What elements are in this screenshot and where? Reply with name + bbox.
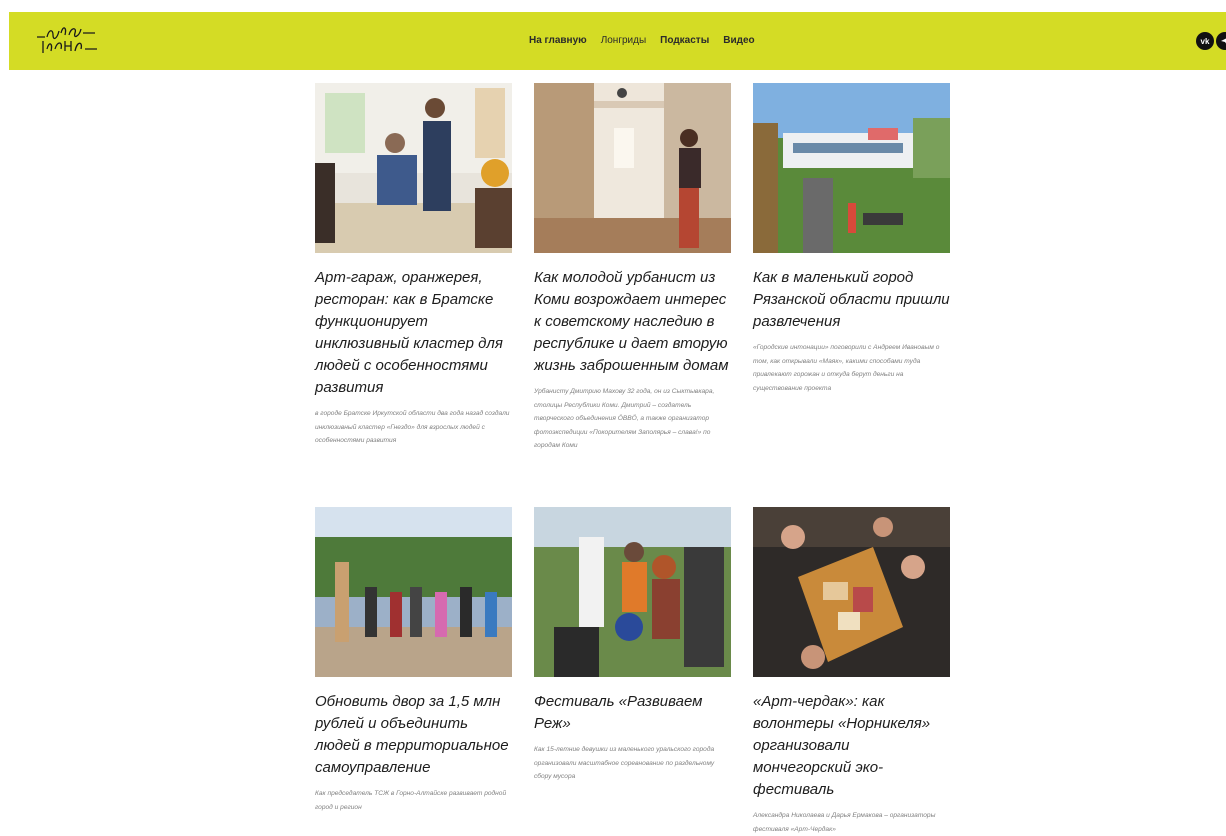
article-card[interactable]: Обновить двор за 1,5 млн рублей и объеди… (315, 507, 512, 814)
telegram-plane-icon (1221, 38, 1226, 44)
article-card[interactable]: «Арт-чердак»: как волонтеры «Норникеля» … (753, 507, 950, 836)
article-description: Александра Николаева и Дарья Ермакова – … (753, 812, 936, 833)
article-photo[interactable] (534, 83, 731, 253)
nav-home[interactable]: На главную (529, 35, 587, 46)
nav-podcasts[interactable]: Подкасты (660, 35, 709, 46)
article-description: Как председатель ТСЖ в Горно-Алтайске ра… (315, 790, 507, 811)
site-header: На главную Лонгриды Подкасты Видео vk (9, 12, 1226, 70)
vk-icon[interactable]: vk (1196, 32, 1214, 50)
nav-video[interactable]: Видео (723, 35, 754, 46)
article-card[interactable]: Как в маленький город Рязанской области … (753, 83, 950, 395)
article-photo[interactable] (534, 507, 731, 677)
article-description: «Городские интонации» поговорили с Андре… (753, 344, 940, 392)
article-title[interactable]: Фестиваль «Развиваем Реж» (534, 691, 731, 735)
article-description: Как 15-летние девушки из маленького урал… (534, 746, 715, 780)
nav-longreads[interactable]: Лонгриды (601, 35, 646, 46)
article-description: в городе Братске Иркутской области два г… (315, 410, 510, 444)
logo[interactable] (35, 19, 103, 61)
article-card[interactable]: Как молодой урбанист из Коми возрождает … (534, 83, 731, 453)
telegram-icon[interactable] (1216, 32, 1226, 50)
article-title[interactable]: Арт-гараж, оранжерея, ресторан: как в Бр… (315, 267, 512, 399)
article-title[interactable]: Как в маленький город Рязанской области … (753, 267, 950, 333)
article-photo[interactable] (315, 83, 512, 253)
article-photo[interactable] (753, 83, 950, 253)
article-title[interactable]: Обновить двор за 1,5 млн рублей и объеди… (315, 691, 512, 779)
article-photo[interactable] (753, 507, 950, 677)
main-nav: На главную Лонгриды Подкасты Видео (529, 35, 755, 46)
article-title[interactable]: «Арт-чердак»: как волонтеры «Норникеля» … (753, 691, 950, 801)
article-title[interactable]: Как молодой урбанист из Коми возрождает … (534, 267, 731, 377)
article-description: Урбанисту Дмитрию Махову 32 года, он из … (534, 388, 715, 449)
article-card[interactable]: Фестиваль «Развиваем Реж» Как 15-летние … (534, 507, 731, 784)
article-card[interactable]: Арт-гараж, оранжерея, ресторан: как в Бр… (315, 83, 512, 448)
article-photo[interactable] (315, 507, 512, 677)
